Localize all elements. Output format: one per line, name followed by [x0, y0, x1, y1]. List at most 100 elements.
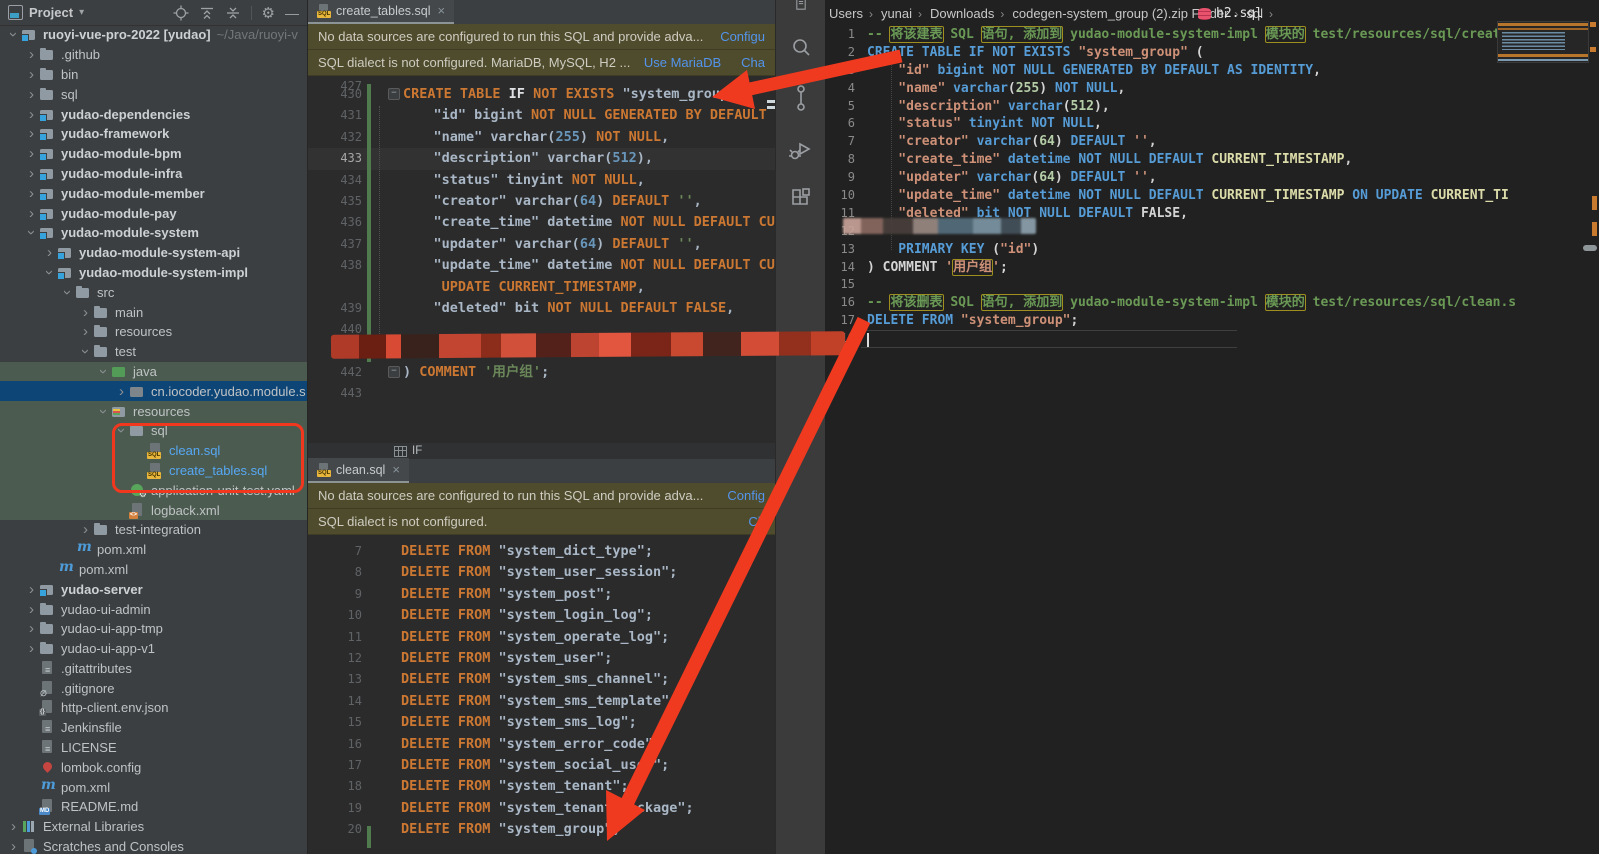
structure-breadcrumb[interactable]: IF [308, 443, 775, 459]
scrollbar-handle[interactable] [1583, 245, 1597, 251]
commit-icon[interactable] [790, 84, 812, 112]
tree-item[interactable]: README.md [0, 797, 307, 817]
breadcrumb-item[interactable]: Downloads› [930, 6, 1010, 21]
tree-chevron-icon[interactable] [96, 364, 111, 379]
breadcrumb-separator: › [1000, 7, 1004, 21]
change-dialect-link[interactable]: Cha [741, 55, 765, 70]
tree-item[interactable]: pom.xml [0, 540, 307, 560]
tree-item[interactable]: .gitignore [0, 678, 307, 698]
tree-item[interactable]: lombok.config [0, 757, 307, 777]
tree-chevron-icon[interactable] [114, 384, 129, 399]
tree-chevron-icon[interactable] [96, 404, 111, 419]
tree-item[interactable]: resources [0, 401, 307, 421]
tree-chevron-icon[interactable] [78, 305, 93, 320]
tree-chevron-icon[interactable] [24, 206, 39, 221]
close-tab-icon[interactable]: × [392, 462, 400, 477]
tree-item[interactable]: sql [0, 84, 307, 104]
tree-chevron-icon[interactable] [24, 67, 39, 82]
breadcrumb-item[interactable]: Users› [829, 6, 879, 21]
editor-clean-sql[interactable]: 7DELETE FROM "system_dict_type";8DELETE … [308, 535, 775, 854]
locate-file-icon[interactable] [173, 5, 189, 21]
tree-item[interactable]: Scratches and Consoles [0, 837, 307, 854]
tree-item[interactable]: test [0, 342, 307, 362]
tree-item[interactable]: yudao-module-pay [0, 203, 307, 223]
tree-chevron-icon[interactable] [24, 126, 39, 141]
tree-chevron-icon[interactable] [24, 225, 39, 240]
tree-item[interactable]: pom.xml [0, 560, 307, 580]
use-mariadb-link[interactable]: Use MariaDB [644, 55, 721, 70]
tree-item[interactable]: test-integration [0, 520, 307, 540]
expand-collapse-icon[interactable] [225, 5, 241, 21]
tree-chevron-icon[interactable] [24, 87, 39, 102]
book-icon[interactable] [791, 0, 811, 12]
settings-gear-icon[interactable]: ⚙ [262, 4, 275, 22]
tree-item[interactable]: yudao-dependencies [0, 104, 307, 124]
tree-item[interactable]: yudao-ui-app-v1 [0, 639, 307, 659]
change-dialect-link[interactable]: Ch [748, 514, 765, 529]
tree-chevron-icon[interactable] [78, 522, 93, 537]
tree-item[interactable]: External Libraries [0, 817, 307, 837]
tree-item[interactable]: yudao-module-system-impl [0, 263, 307, 283]
tree-item-label: bin [61, 67, 78, 82]
editor-h2-sql[interactable]: 1-- 将该建表 SQL 语句, 添加到 yudao-module-system… [825, 26, 1599, 854]
tree-chevron-icon[interactable] [60, 285, 75, 300]
tree-chevron-icon[interactable] [24, 47, 39, 62]
tree-chevron-icon[interactable] [24, 582, 39, 597]
tree-chevron-icon[interactable] [78, 324, 93, 339]
tree-item[interactable]: pom.xml [0, 777, 307, 797]
search-icon[interactable] [789, 36, 813, 60]
tree-item[interactable]: yudao-module-infra [0, 164, 307, 184]
banner-link[interactable]: Config [727, 488, 765, 503]
tree-item[interactable]: .gitattributes [0, 659, 307, 679]
tree-chevron-icon[interactable] [24, 602, 39, 617]
banner-link[interactable]: Configu [720, 29, 765, 44]
hide-panel-icon[interactable]: — [285, 5, 299, 21]
tree-item-icon [21, 839, 38, 854]
tree-chevron-icon[interactable] [42, 265, 57, 280]
close-tab-icon[interactable]: × [438, 3, 446, 18]
tree-chevron-icon[interactable] [42, 245, 57, 260]
tree-chevron-icon[interactable] [24, 166, 39, 181]
tree-chevron-icon[interactable] [6, 839, 21, 854]
tab-create-tables-sql[interactable]: create_tables.sql × [308, 0, 454, 24]
tree-item[interactable]: src [0, 282, 307, 302]
tree-item[interactable]: yudao-module-bpm [0, 144, 307, 164]
tree-item[interactable]: logback.xml [0, 500, 307, 520]
tree-item[interactable]: yudao-ui-app-tmp [0, 619, 307, 639]
tree-item[interactable]: yudao-module-member [0, 183, 307, 203]
tree-item[interactable]: bin [0, 65, 307, 85]
tree-item[interactable]: Jenkinsfile [0, 718, 307, 738]
chevron-down-icon[interactable]: ▾ [79, 7, 84, 18]
tree-item[interactable]: ruoyi-vue-pro-2022 [yudao] ~/Java/ruoyi-… [0, 25, 307, 45]
tab-clean-sql[interactable]: clean.sql × [308, 458, 409, 483]
tree-chevron-icon[interactable] [24, 186, 39, 201]
scroll-tick [1590, 47, 1596, 52]
tree-chevron-icon[interactable] [78, 344, 93, 359]
collapse-all-icon[interactable] [199, 5, 215, 21]
tree-chevron-icon[interactable] [24, 107, 39, 122]
tree-chevron-icon[interactable] [24, 641, 39, 656]
tree-item[interactable]: cn.iocoder.yudao.module.s [0, 381, 307, 401]
breadcrumb-item[interactable]: yunai› [881, 6, 928, 21]
tree-chevron-icon[interactable] [24, 621, 39, 636]
tree-item[interactable]: yudao-ui-admin [0, 599, 307, 619]
tree-item[interactable]: LICENSE [0, 738, 307, 758]
tree-item[interactable]: main [0, 302, 307, 322]
tree-item[interactable]: yudao-module-system-api [0, 243, 307, 263]
breadcrumb-file[interactable]: h2.sql [1198, 6, 1263, 21]
debug-run-icon[interactable] [788, 136, 814, 162]
tree-item[interactable]: yudao-framework [0, 124, 307, 144]
project-panel-title[interactable]: Project [29, 5, 73, 20]
tree-item[interactable]: resources [0, 322, 307, 342]
tree-item[interactable]: java [0, 362, 307, 382]
tree-item[interactable]: .github [0, 45, 307, 65]
tree-item[interactable]: http-client.env.json [0, 698, 307, 718]
tree-chevron-icon[interactable] [6, 819, 21, 834]
tree-chevron-icon[interactable] [6, 27, 21, 42]
plugin-window-icon[interactable] [789, 186, 813, 210]
tree-item[interactable]: yudao-server [0, 579, 307, 599]
tree-item[interactable]: yudao-module-system [0, 223, 307, 243]
tree-item-label: resources [115, 324, 172, 339]
tree-chevron-icon[interactable] [24, 146, 39, 161]
code-minimap[interactable] [1497, 21, 1589, 63]
